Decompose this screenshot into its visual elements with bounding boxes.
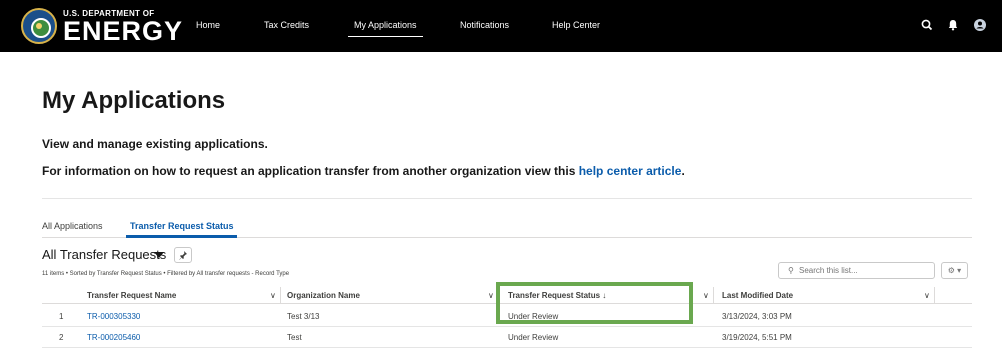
col-menu-chevron-down-icon[interactable]: ∨ [270, 291, 276, 300]
doe-logo[interactable]: U.S. DEPARTMENT OF ENERGY [21, 8, 183, 44]
active-tab-indicator [126, 235, 237, 238]
transfer-info-text: For information on how to request an app… [42, 164, 685, 178]
search-icon[interactable] [920, 18, 934, 32]
transfer-request-link[interactable]: TR-000305330 [87, 312, 140, 321]
last-modified-cell: 3/19/2024, 5:51 PM [722, 333, 792, 342]
nav-notifications[interactable]: Notifications [460, 20, 509, 30]
transfer-request-link[interactable]: TR-000205460 [87, 333, 140, 342]
col-menu-chevron-down-icon[interactable]: ∨ [703, 291, 709, 300]
user-avatar-icon[interactable] [973, 18, 987, 32]
logo-text: U.S. DEPARTMENT OF ENERGY [63, 9, 184, 46]
list-view-title[interactable]: All Transfer Requests [42, 247, 166, 262]
status-cell: Under Review [508, 333, 559, 342]
col-header-last-modified-date[interactable]: Last Modified Date [722, 291, 793, 300]
col-header-organization-name[interactable]: Organization Name [287, 291, 360, 300]
page-title: My Applications [42, 87, 226, 114]
search-list-field[interactable] [799, 265, 924, 276]
page-description: View and manage existing applications. [42, 137, 268, 151]
bell-icon[interactable] [946, 18, 960, 32]
transfer-info-suffix: . [681, 164, 685, 178]
pin-list-button[interactable] [174, 247, 192, 263]
section-divider [42, 198, 972, 199]
logo-big-text: ENERGY [63, 15, 184, 46]
last-modified-cell: 3/13/2024, 3:03 PM [722, 312, 792, 321]
tab-transfer-request-status[interactable]: Transfer Request Status [130, 221, 234, 231]
col-menu-chevron-down-icon[interactable]: ∨ [488, 291, 494, 300]
row-number: 1 [59, 312, 64, 321]
top-navigation-bar: U.S. DEPARTMENT OF ENERGY Home Tax Credi… [0, 0, 1002, 52]
help-center-article-link[interactable]: help center article [579, 164, 682, 178]
col-menu-chevron-down-icon[interactable]: ∨ [924, 291, 930, 300]
transfer-info-prefix: For information on how to request an app… [42, 164, 579, 178]
nav-tax-credits[interactable]: Tax Credits [264, 20, 309, 30]
row-number: 2 [59, 333, 64, 342]
column-divider[interactable] [934, 287, 935, 303]
doe-seal-icon [21, 8, 57, 44]
table-row: 2 TR-000205460 Test Under Review 3/19/20… [42, 327, 972, 348]
col-header-transfer-request-name[interactable]: Transfer Request Name [87, 291, 176, 300]
column-divider[interactable] [280, 287, 281, 303]
search-list-icon: ⚲ [788, 266, 794, 275]
search-list-input[interactable]: ⚲ [778, 262, 935, 279]
nav-help-center[interactable]: Help Center [552, 20, 600, 30]
status-column-highlight [496, 282, 693, 324]
pin-icon [179, 251, 187, 260]
list-view-meta: 11 items • Sorted by Transfer Request St… [42, 271, 290, 277]
nav-home[interactable]: Home [196, 20, 220, 30]
nav-my-applications[interactable]: My Applications [348, 20, 423, 37]
organization-name-cell: Test [287, 333, 302, 342]
tab-all-applications[interactable]: All Applications [42, 221, 103, 231]
gear-icon: ⚙ ▾ [947, 266, 962, 275]
list-view-dropdown-icon[interactable] [154, 252, 164, 258]
column-divider[interactable] [713, 287, 714, 303]
organization-name-cell: Test 3/13 [287, 312, 320, 321]
list-settings-button[interactable]: ⚙ ▾ [941, 262, 968, 279]
